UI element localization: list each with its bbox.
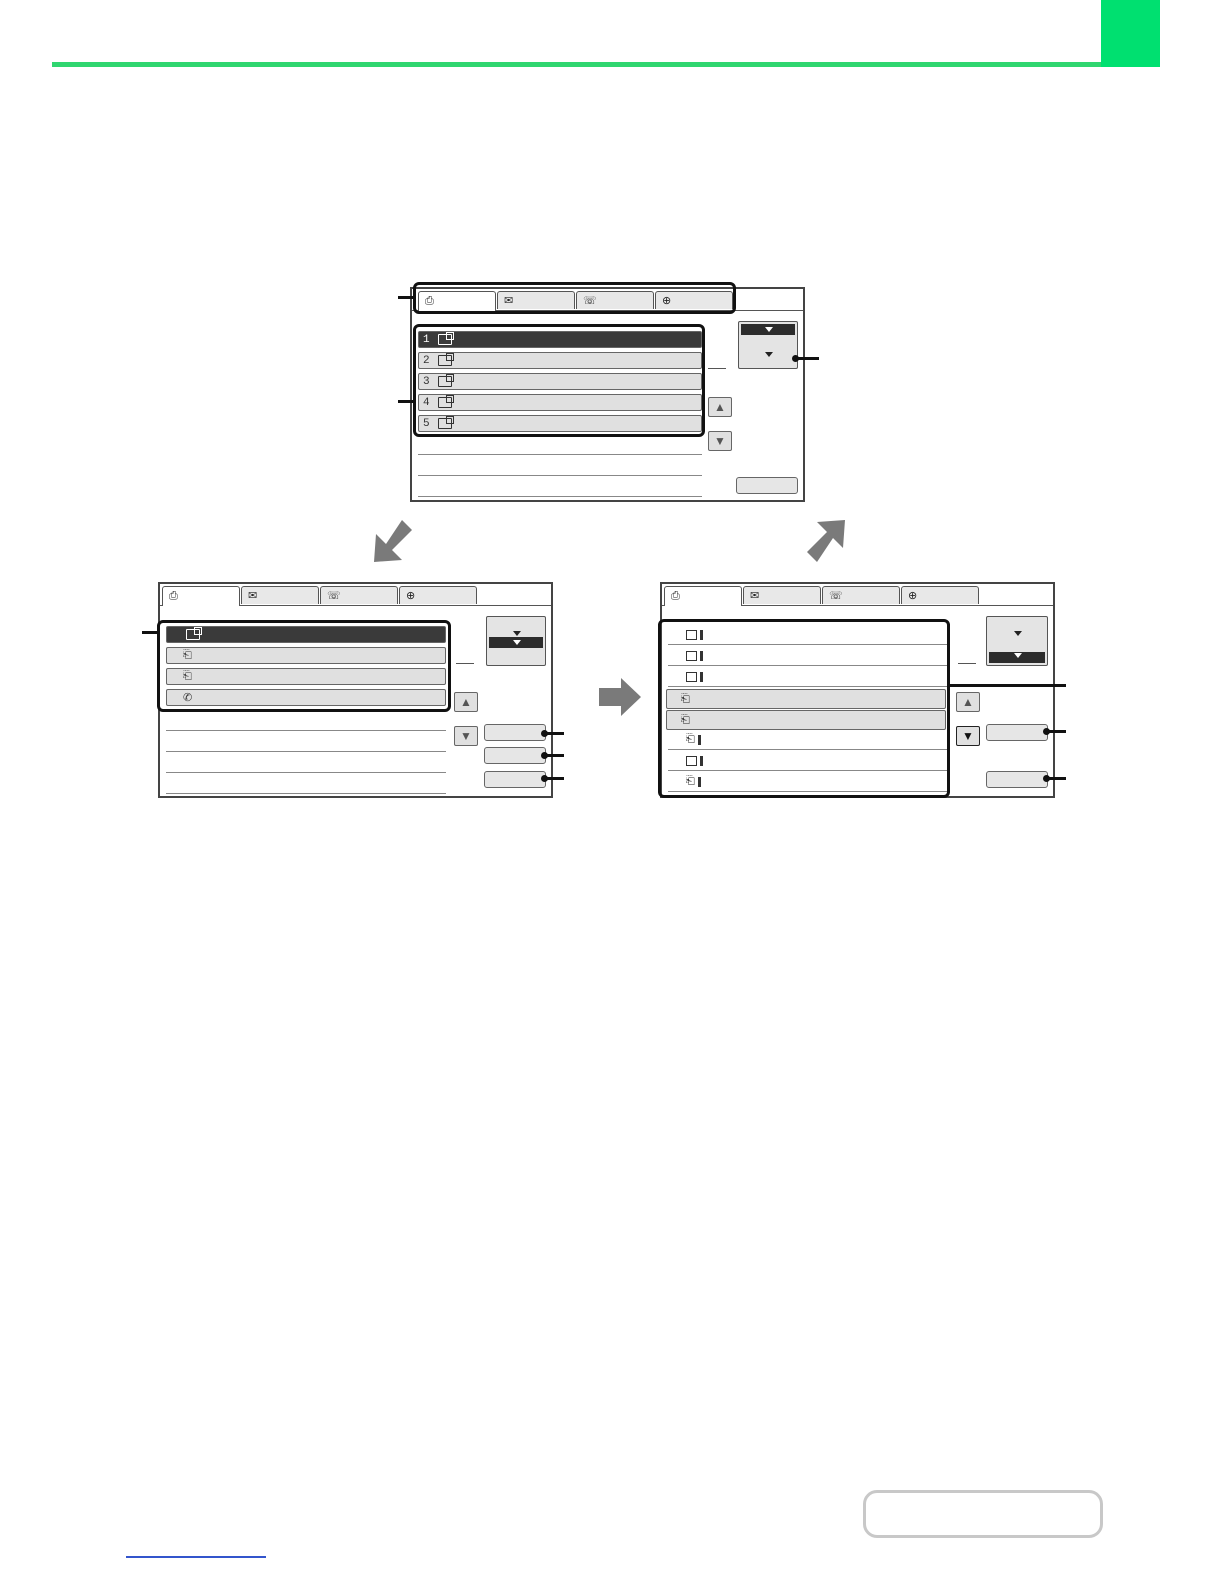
action-button[interactable] [484, 771, 546, 788]
callout-leader [398, 400, 414, 403]
internet-fax-icon: ⊕ [406, 590, 416, 602]
empty-row [166, 730, 446, 731]
header-rule [52, 62, 1160, 67]
scroll-up-button[interactable]: ▲ [454, 692, 478, 712]
callout-leader [948, 684, 1066, 687]
queue-list-callout [157, 620, 451, 712]
down-arrow-icon: ▼ [714, 434, 726, 448]
empty-row [166, 793, 446, 794]
callout-leader [546, 777, 564, 780]
completed-list-callout [658, 619, 950, 798]
printer-icon: ⎙ [169, 590, 178, 602]
scan-icon: ✉ [248, 590, 258, 602]
tab-internet-fax[interactable]: ⊕ [399, 586, 477, 604]
scan-icon: ✉ [750, 590, 760, 602]
tab-scan[interactable]: ✉ [743, 586, 821, 604]
callout-dot [541, 730, 548, 737]
internet-fax-icon: ⊕ [908, 590, 918, 602]
callout-leader [142, 631, 158, 634]
callout-leader [546, 754, 564, 757]
down-left-arrow [374, 520, 412, 562]
empty-row [418, 454, 702, 455]
callout-leader [398, 296, 414, 299]
callout-leader [1048, 777, 1066, 780]
empty-row [418, 496, 702, 497]
down-arrow-icon: ▼ [962, 729, 974, 743]
callout-dot [792, 355, 799, 362]
job-type-tabs: ⎙ ✉ ☏ ⊕ [664, 586, 980, 606]
mode-arrow-icon [1014, 631, 1022, 636]
callout-dot [541, 775, 548, 782]
right-arrow [599, 678, 641, 716]
callout-dot [1043, 728, 1050, 735]
callout-leader [546, 732, 564, 735]
mode-select-box[interactable] [986, 616, 1048, 666]
mode-arrow-icon [765, 352, 773, 357]
tab-internet-fax[interactable]: ⊕ [901, 586, 979, 604]
mode-arrow-icon [513, 631, 521, 636]
action-button[interactable] [986, 724, 1048, 741]
up-arrow-icon: ▲ [962, 695, 974, 709]
mode-select-box[interactable] [486, 616, 546, 666]
mode-selected-arrow-icon [513, 640, 521, 645]
scroll-down-button[interactable]: ▼ [454, 726, 478, 746]
mode-select-box[interactable] [738, 321, 798, 369]
callout-dot [1043, 775, 1050, 782]
up-left-arrow [807, 520, 845, 562]
job-list-callout [413, 324, 705, 437]
empty-row [166, 772, 446, 773]
page-separator [958, 663, 976, 664]
action-button[interactable] [986, 771, 1048, 788]
tab-print[interactable]: ⎙ [664, 586, 742, 606]
up-arrow-icon: ▲ [714, 400, 726, 414]
scroll-up-button[interactable]: ▲ [956, 692, 980, 712]
callout-leader [1048, 730, 1066, 733]
page-separator [456, 663, 474, 664]
job-type-tabs: ⎙ ✉ ☏ ⊕ [162, 586, 478, 606]
down-arrow-icon: ▼ [460, 729, 472, 743]
tab-scan[interactable]: ✉ [241, 586, 319, 604]
scroll-down-button[interactable]: ▼ [956, 726, 980, 746]
tabs-callout [413, 282, 736, 314]
up-arrow-icon: ▲ [460, 695, 472, 709]
tab-print[interactable]: ⎙ [162, 586, 240, 606]
callout-leader [797, 357, 819, 360]
action-button[interactable] [484, 747, 546, 764]
tab-fax[interactable]: ☏ [320, 586, 398, 604]
fax-icon: ☏ [327, 590, 341, 602]
fax-icon: ☏ [829, 590, 843, 602]
tab-fax[interactable]: ☏ [822, 586, 900, 604]
printer-icon: ⎙ [671, 590, 680, 602]
empty-row [418, 475, 702, 476]
mode-selected-arrow-icon [765, 327, 773, 332]
chapter-tab[interactable] [1101, 0, 1160, 67]
mode-selected-arrow-icon [1014, 653, 1022, 658]
scroll-down-button[interactable]: ▼ [708, 431, 732, 451]
page-separator [708, 368, 726, 369]
contents-button[interactable] [863, 1490, 1103, 1538]
empty-row [166, 751, 446, 752]
action-button[interactable] [484, 724, 546, 741]
detail-button[interactable] [736, 477, 798, 494]
scroll-up-button[interactable]: ▲ [708, 397, 732, 417]
footer-link[interactable] [126, 1556, 266, 1558]
callout-dot [541, 752, 548, 759]
